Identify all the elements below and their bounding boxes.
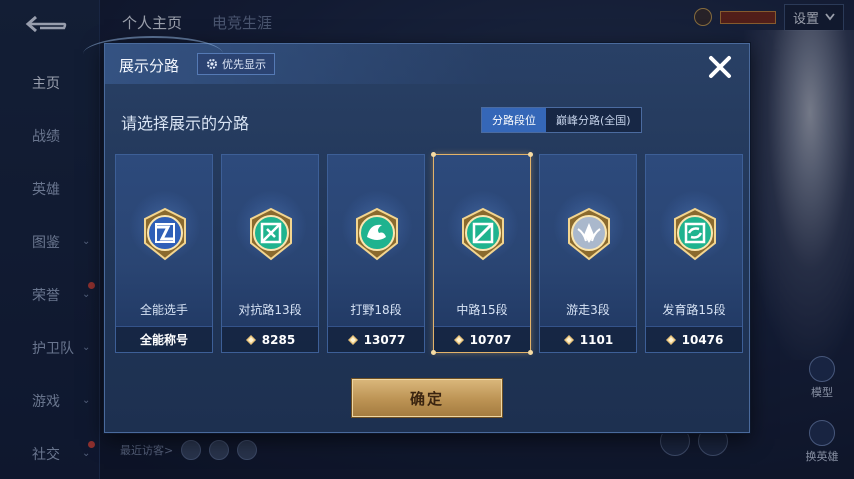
- lane-mode-toggle: 分路段位 巅峰分路(全国): [481, 107, 642, 133]
- lane-card-value: 10476: [646, 326, 742, 352]
- lane-cards: 全能选手 全能称号 对抗路13段 8285 打野18段 13077 中路15段 10707 游走…: [115, 152, 743, 355]
- rank-points-icon: [453, 334, 464, 345]
- rank-points-icon: [563, 334, 574, 345]
- clash-lane-badge-icon: [246, 207, 296, 263]
- confirm-button[interactable]: 确定: [352, 379, 502, 417]
- roam-badge-icon: [564, 207, 614, 263]
- farm-lane-badge-icon: [670, 207, 720, 263]
- priority-display-button[interactable]: 优先显示: [197, 53, 275, 75]
- lane-card-mid-lane[interactable]: 中路15段 10707: [431, 152, 533, 355]
- lane-card-value-text: 全能称号: [139, 333, 188, 347]
- mid-lane-badge-icon: [458, 207, 508, 263]
- lane-card-label: 对抗路13段: [238, 303, 302, 317]
- lane-card-all-round[interactable]: 全能选手 全能称号: [115, 154, 213, 353]
- all-round-badge-icon: [140, 207, 190, 263]
- lane-card-value-text: 1101: [579, 332, 614, 347]
- selection-corner: [528, 152, 533, 157]
- lane-card-label: 游走3段: [566, 303, 610, 317]
- selection-corner: [528, 350, 533, 355]
- selection-corner: [431, 152, 436, 157]
- gear-icon: [207, 59, 217, 69]
- lane-card-value-text: 13077: [363, 332, 406, 347]
- selection-corner: [431, 350, 436, 355]
- lane-card-clash-lane[interactable]: 对抗路13段 8285: [221, 154, 319, 353]
- priority-display-label: 优先显示: [222, 58, 266, 71]
- lane-card-value: 1101: [540, 326, 636, 352]
- lane-card-value-text: 10476: [681, 332, 724, 347]
- close-icon: [709, 56, 731, 78]
- dialog-subtitle: 请选择展示的分路: [121, 114, 250, 133]
- lane-card-value: 13077: [328, 326, 424, 352]
- lane-card-farm-lane[interactable]: 发育路15段 10476: [645, 154, 743, 353]
- lane-card-label: 发育路15段: [662, 303, 726, 317]
- lane-card-value-text: 10707: [469, 332, 512, 347]
- lane-card-label: 打野18段: [350, 303, 402, 317]
- rank-points-icon: [245, 334, 256, 345]
- lane-card-value: 全能称号: [116, 326, 212, 352]
- tab-lane-rank[interactable]: 分路段位: [482, 108, 546, 132]
- tab-peak-lane[interactable]: 巅峰分路(全国): [546, 108, 641, 132]
- lane-card-label: 全能选手: [139, 303, 188, 317]
- close-button[interactable]: [703, 50, 737, 84]
- rank-points-icon: [347, 334, 358, 345]
- lane-card-label: 中路15段: [456, 303, 508, 317]
- lane-card-jungle[interactable]: 打野18段 13077: [327, 154, 425, 353]
- lane-card-value-text: 8285: [261, 332, 296, 347]
- rank-points-icon: [665, 334, 676, 345]
- lane-card-roam[interactable]: 游走3段 1101: [539, 154, 637, 353]
- jungle-badge-icon: [352, 207, 402, 263]
- lane-display-dialog: 展示分路 优先显示 请选择展示的分路 分路段位 巅峰分路(全国) 全能选手全能称…: [83, 36, 750, 433]
- lane-card-value: 10707: [434, 326, 530, 352]
- dialog-title: 展示分路: [119, 57, 180, 75]
- lane-card-value: 8285: [222, 326, 318, 352]
